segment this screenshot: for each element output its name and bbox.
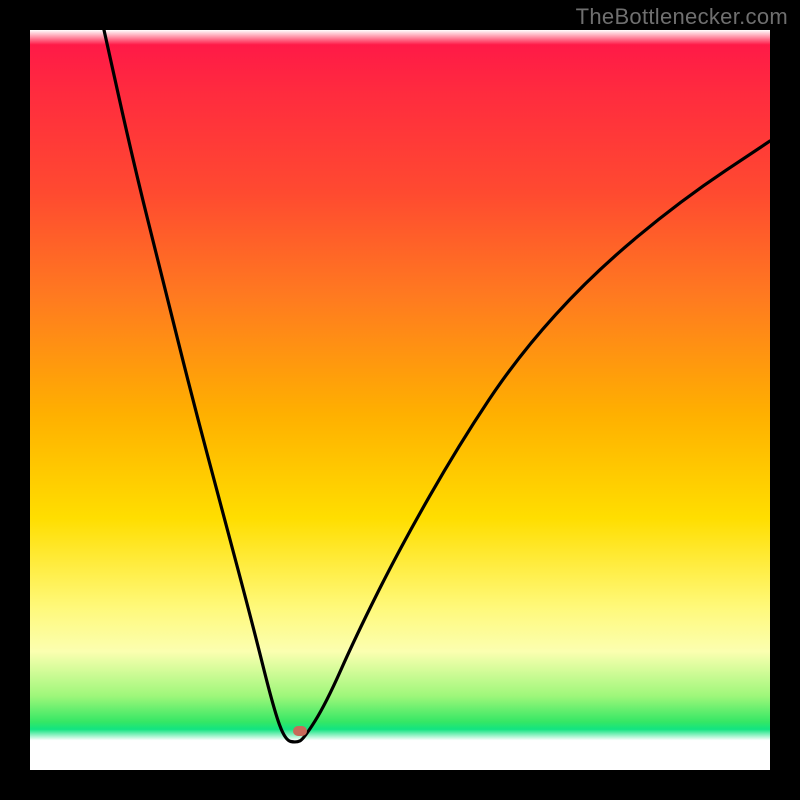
site-watermark: TheBottlenecker.com	[576, 4, 788, 30]
curve-layer	[30, 30, 770, 770]
bottleneck-curve	[104, 30, 770, 742]
plot-area	[30, 30, 770, 770]
chart-frame: TheBottlenecker.com	[0, 0, 800, 800]
optimal-point-marker	[293, 726, 307, 736]
